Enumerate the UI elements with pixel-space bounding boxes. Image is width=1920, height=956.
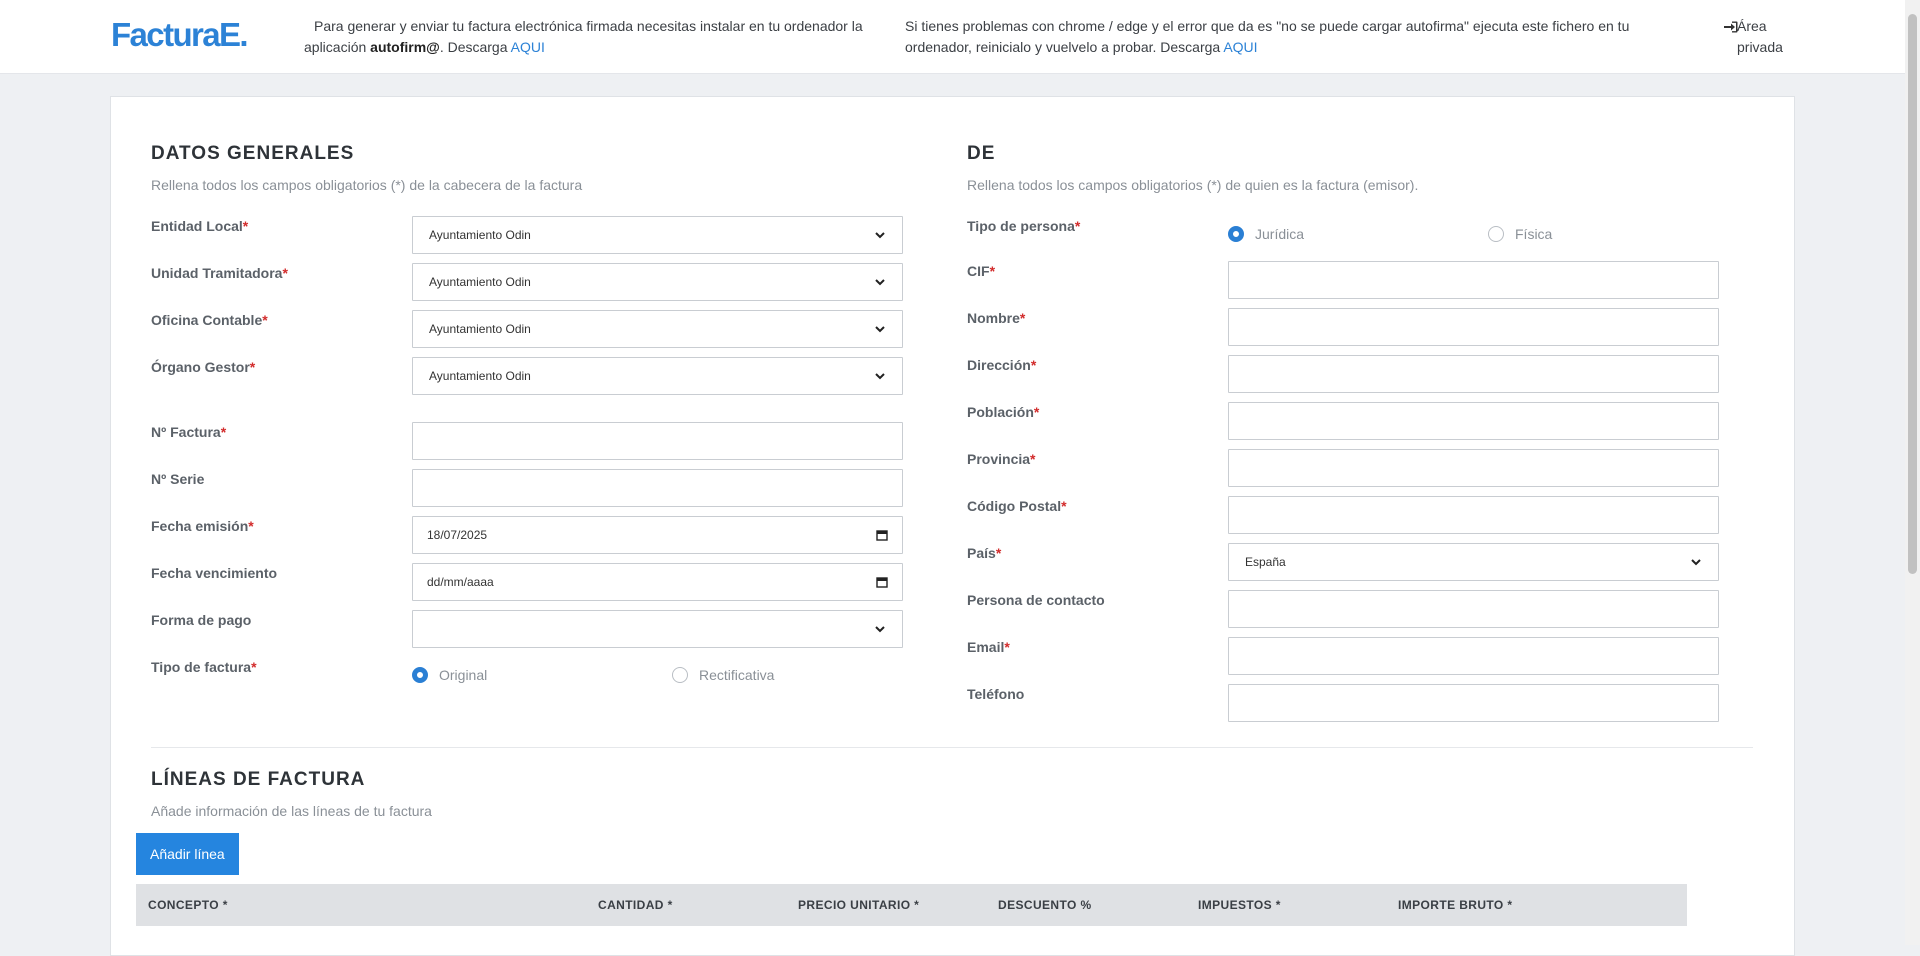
- entidad-local-select[interactable]: Ayuntamiento Odin: [412, 216, 903, 254]
- forma-pago-select[interactable]: [412, 610, 903, 648]
- organo-gestor-label: Órgano Gestor*: [151, 359, 256, 375]
- unidad-tramitadora-label: Unidad Tramitadora*: [151, 265, 288, 281]
- tipo-persona-label: Tipo de persona*: [967, 218, 1081, 234]
- email-label: Email*: [967, 639, 1010, 655]
- radio-label: Original: [439, 667, 488, 683]
- radio-label: Jurídica: [1255, 226, 1305, 242]
- provincia-input[interactable]: [1228, 449, 1719, 487]
- top-bar: FacturaE. Para generar y enviar tu factu…: [0, 0, 1905, 74]
- chrome-edge-notice: Si tienes problemas con chrome / edge y …: [905, 16, 1695, 58]
- radio-unselected-icon: [672, 667, 688, 683]
- n-serie-input[interactable]: [412, 469, 903, 507]
- n-factura-input[interactable]: [412, 422, 903, 460]
- column-header-impuestos[interactable]: IMPUESTOS *: [1198, 898, 1281, 912]
- telefono-input[interactable]: [1228, 684, 1719, 722]
- persona-contacto-input[interactable]: [1228, 590, 1719, 628]
- direccion-input[interactable]: [1228, 355, 1719, 393]
- notice-text: Si tienes problemas con chrome / edge y …: [905, 18, 1630, 55]
- radio-selected-icon: [1228, 226, 1244, 242]
- chevron-down-icon: [875, 626, 885, 633]
- fecha-vencimiento-input[interactable]: dd/mm/aaaa: [412, 563, 903, 601]
- page-scrollbar[interactable]: [1905, 0, 1920, 945]
- section-divider: [151, 747, 1753, 748]
- calendar-icon[interactable]: [876, 529, 888, 541]
- column-header-concepto[interactable]: CONCEPTO *: [148, 898, 228, 912]
- sign-in-icon: [1724, 21, 1738, 33]
- oficina-contable-label: Oficina Contable*: [151, 312, 268, 328]
- de-section-title: DE: [967, 143, 996, 164]
- general-section-subtitle: Rellena todos los campos obligatorios (*…: [151, 177, 583, 193]
- radio-unselected-icon: [1488, 226, 1504, 242]
- nombre-input[interactable]: [1228, 308, 1719, 346]
- fecha-emision-input[interactable]: 18/07/2025: [412, 516, 903, 554]
- pais-select[interactable]: España: [1228, 543, 1719, 581]
- radio-label: Física: [1515, 226, 1553, 242]
- chevron-down-icon: [875, 326, 885, 333]
- provincia-label: Provincia*: [967, 451, 1036, 467]
- codigo-postal-label: Código Postal*: [967, 498, 1067, 514]
- telefono-label: Teléfono: [967, 686, 1025, 702]
- column-header-cantidad[interactable]: CANTIDAD *: [598, 898, 673, 912]
- poblacion-label: Población*: [967, 404, 1040, 420]
- email-input[interactable]: [1228, 637, 1719, 675]
- tipo-factura-original-radio[interactable]: Original: [412, 667, 487, 683]
- notice-bold: autofirm@: [370, 39, 440, 55]
- tipo-factura-rectificativa-radio[interactable]: Rectificativa: [672, 667, 774, 683]
- oficina-contable-select[interactable]: Ayuntamiento Odin: [412, 310, 903, 348]
- unidad-tramitadora-select[interactable]: Ayuntamiento Odin: [412, 263, 903, 301]
- cif-input[interactable]: [1228, 261, 1719, 299]
- invoice-form-card: DATOS GENERALES Rellena todos los campos…: [110, 96, 1795, 956]
- persona-contacto-label: Persona de contacto: [967, 592, 1105, 608]
- poblacion-input[interactable]: [1228, 402, 1719, 440]
- notice-text-after: . Descarga: [439, 39, 511, 55]
- organo-gestor-select[interactable]: Ayuntamiento Odin: [412, 357, 903, 395]
- column-header-precio-unitario[interactable]: PRECIO UNITARIO *: [798, 898, 919, 912]
- n-serie-label: Nº Serie: [151, 471, 205, 487]
- chevron-down-icon: [1691, 559, 1701, 566]
- n-factura-label: Nº Factura*: [151, 424, 227, 440]
- de-section-subtitle: Rellena todos los campos obligatorios (*…: [967, 177, 1419, 193]
- autofirma-notice: Para generar y enviar tu factura electró…: [304, 16, 869, 58]
- nombre-label: Nombre*: [967, 310, 1026, 326]
- fecha-emision-label: Fecha emisión*: [151, 518, 254, 534]
- general-section-title: DATOS GENERALES: [151, 143, 355, 164]
- chevron-down-icon: [875, 279, 885, 286]
- chevron-down-icon: [875, 373, 885, 380]
- pais-label: País*: [967, 545, 1002, 561]
- radio-selected-icon: [412, 667, 428, 683]
- lineas-section-subtitle: Añade información de las líneas de tu fa…: [151, 803, 432, 819]
- calendar-icon[interactable]: [876, 576, 888, 588]
- add-line-button[interactable]: Añadir línea: [136, 833, 239, 875]
- cif-label: CIF*: [967, 263, 996, 279]
- fecha-vencimiento-label: Fecha vencimiento: [151, 565, 278, 581]
- codigo-postal-input[interactable]: [1228, 496, 1719, 534]
- tipo-persona-juridica-radio[interactable]: Jurídica: [1228, 226, 1304, 242]
- logo[interactable]: FacturaE.: [111, 16, 249, 54]
- radio-label: Rectificativa: [699, 667, 775, 683]
- direccion-label: Dirección*: [967, 357, 1037, 373]
- lineas-section-title: LÍNEAS DE FACTURA: [151, 769, 366, 790]
- chevron-down-icon: [875, 232, 885, 239]
- scrollbar-thumb[interactable]: [1908, 14, 1917, 574]
- tipo-factura-label: Tipo de factura*: [151, 659, 257, 675]
- invoice-lines-table-header: CONCEPTO * CANTIDAD * PRECIO UNITARIO * …: [136, 884, 1687, 926]
- download-fix-link[interactable]: AQUI: [1223, 39, 1257, 55]
- column-header-importe-bruto[interactable]: IMPORTE BRUTO *: [1398, 898, 1512, 912]
- entidad-local-label: Entidad Local*: [151, 218, 249, 234]
- column-header-descuento[interactable]: DESCUENTO %: [998, 898, 1092, 912]
- download-link[interactable]: AQUI: [511, 39, 545, 55]
- tipo-persona-fisica-radio[interactable]: Física: [1488, 226, 1552, 242]
- private-area-label: Área privada: [1737, 18, 1783, 55]
- forma-pago-label: Forma de pago: [151, 612, 252, 628]
